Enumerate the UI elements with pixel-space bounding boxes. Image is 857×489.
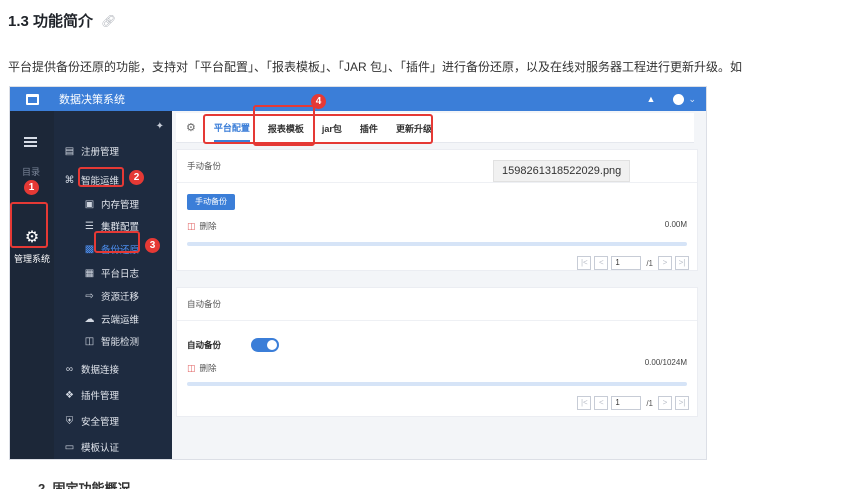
page-total: /1	[646, 398, 653, 408]
register-icon: ▤	[64, 145, 75, 157]
settings-icon[interactable]: ⚙︎	[186, 121, 196, 134]
icon-rail: 目录 ⚙︎ 管理系统	[10, 111, 54, 459]
prev-page-button[interactable]: <	[594, 256, 609, 270]
first-page-button[interactable]: |<	[577, 256, 592, 270]
sidebar-item-plugin[interactable]: ❖ 插件管理	[64, 386, 119, 404]
sidebar-item-security[interactable]: ⛨ 安全管理	[64, 412, 119, 430]
sidebar-item-migrate[interactable]: ⇨ 资源迁移	[84, 287, 139, 305]
tab-plugin[interactable]: 插件	[360, 114, 378, 141]
avatar[interactable]	[673, 93, 685, 105]
first-page-button[interactable]: |<	[577, 396, 592, 410]
sidebar-item-memory[interactable]: ▣ 内存管理	[84, 195, 139, 213]
tab-platform-config[interactable]: 平台配置	[213, 113, 250, 142]
rail-item-system[interactable]: ⚙︎ 管理系统	[12, 227, 52, 273]
sidebar-item-ops[interactable]: ⌘ 智能运维	[64, 171, 120, 189]
manual-pager: |< < 1 /1 > >|	[577, 256, 689, 270]
sidebar-item-cloud[interactable]: ☁︎ 云端运维	[84, 310, 140, 328]
detect-icon: ◫	[84, 335, 95, 347]
logo-icon	[26, 93, 39, 105]
annotation-badge-4: 4	[311, 94, 326, 109]
menu-icon[interactable]	[24, 137, 37, 147]
plugin-icon: ❖	[65, 389, 74, 401]
annotation-badge-2: 2	[129, 170, 144, 185]
next-page-button[interactable]: >	[658, 396, 672, 410]
annotation-badge-3: 3	[145, 238, 160, 253]
sidebar-item-cluster[interactable]: ☰ 集群配置	[84, 217, 139, 235]
app-screenshot-frame: 数据决策系统 ▲ ⌄ 目录 ⚙︎ 管理系统 ✦ ▤ 注册管理 ⌘ 智能运维 ▣ 内存管…	[9, 86, 707, 460]
manual-progress-bar	[187, 242, 687, 246]
sidebar-item-template[interactable]: ▭ 模板认证	[64, 438, 119, 456]
log-icon: ▦	[84, 267, 95, 279]
toggle-knob	[267, 340, 278, 350]
app-topbar: 数据决策系统 ▲ ⌄	[10, 87, 706, 111]
auto-backup-row: 自动备份	[187, 338, 280, 352]
divider	[177, 182, 697, 183]
divider	[177, 320, 697, 321]
pin-icon[interactable]: ✦	[156, 121, 164, 132]
manual-size: 0.00M	[664, 220, 687, 229]
tab-report-template[interactable]: 报表模板	[268, 114, 304, 141]
shield-icon: ⛨	[65, 415, 74, 427]
trash-icon: ◫	[187, 220, 196, 231]
sidebar-item-link[interactable]: ∞ 数据连接	[64, 360, 119, 378]
user-menu[interactable]: ⌄	[673, 93, 696, 105]
next-page-button[interactable]: >	[658, 256, 672, 270]
auto-delete-button[interactable]: ◫ 删除	[187, 362, 217, 374]
doc-heading: 1.3 功能简介 🔗︎	[8, 10, 116, 31]
auto-backup-toggle[interactable]	[251, 338, 280, 352]
link-anchor-icon[interactable]: 🔗︎	[101, 14, 116, 28]
last-page-button[interactable]: >|	[675, 396, 689, 410]
page-total: /1	[646, 258, 653, 268]
sidebar-item-log[interactable]: ▦ 平台日志	[84, 264, 139, 282]
memory-icon: ▣	[84, 198, 95, 210]
chevron-down-icon[interactable]: ⌄	[688, 94, 696, 105]
auto-size: 0.00/1024M	[644, 358, 687, 367]
ops-icon: ⌘	[64, 174, 75, 186]
page-input[interactable]: 1	[611, 396, 642, 410]
template-icon: ▭	[64, 441, 75, 453]
filename-tooltip: 1598261318522029.png	[493, 160, 631, 182]
sidebar-item-register[interactable]: ▤ 注册管理	[64, 142, 119, 160]
auto-backup-label: 自动备份	[187, 340, 222, 350]
link-icon: ∞	[65, 363, 74, 375]
doc-heading-text: 1.3 功能简介	[8, 13, 94, 30]
sidebar-item-detect[interactable]: ◫ 智能检测	[84, 332, 139, 350]
page-input[interactable]: 1	[611, 256, 642, 270]
auto-backup-title: 自动备份	[187, 299, 222, 309]
auto-backup-card: 自动备份 自动备份 ◫ 删除 0.00/1024M |< < 1 /1 > >|	[176, 287, 698, 417]
migrate-icon: ⇨	[85, 290, 94, 302]
annotation-badge-1: 1	[24, 180, 39, 195]
auto-pager: |< < 1 /1 > >|	[577, 396, 689, 410]
gear-icon: ⚙︎	[24, 229, 40, 246]
cluster-icon: ☰	[85, 220, 94, 232]
prev-page-button[interactable]: <	[594, 396, 609, 410]
cloud-icon: ☁︎	[84, 313, 95, 325]
topbar-actions: ▲ ⌄	[647, 87, 696, 111]
next-section-heading: 2. 固定功能概况	[38, 481, 131, 489]
sidebar-menu: ✦ ▤ 注册管理 ⌘ 智能运维 ▣ 内存管理 ☰ 集群配置 ▩ 备份还原 ▦ 平台日志 ⇨ 资…	[54, 111, 172, 459]
tab-update[interactable]: 更新升级	[396, 114, 432, 141]
trash-icon: ◫	[187, 362, 196, 373]
backup-tabs: ⚙︎ 平台配置 报表模板 jar包 插件 更新升级	[176, 113, 694, 143]
app-title: 数据决策系统	[59, 94, 125, 106]
sidebar-item-backup[interactable]: ▩ 备份还原	[84, 240, 139, 258]
manual-backup-button[interactable]: 手动备份	[187, 194, 235, 210]
doc-paragraph: 平台提供备份还原的功能，支持对「平台配置」、「报表模板」、「JAR 包」、「插件…	[8, 60, 743, 74]
auto-progress-bar	[187, 382, 687, 386]
manual-backup-title: 手动备份	[187, 161, 222, 171]
rail-system-label: 管理系统	[13, 254, 50, 264]
last-page-button[interactable]: >|	[675, 256, 689, 270]
bell-icon[interactable]: ▲	[647, 94, 656, 104]
tab-jar[interactable]: jar包	[322, 114, 342, 141]
rail-directory-label[interactable]: 目录	[22, 165, 40, 178]
manual-delete-button[interactable]: ◫ 删除	[187, 220, 217, 232]
backup-icon: ▩	[84, 243, 95, 255]
